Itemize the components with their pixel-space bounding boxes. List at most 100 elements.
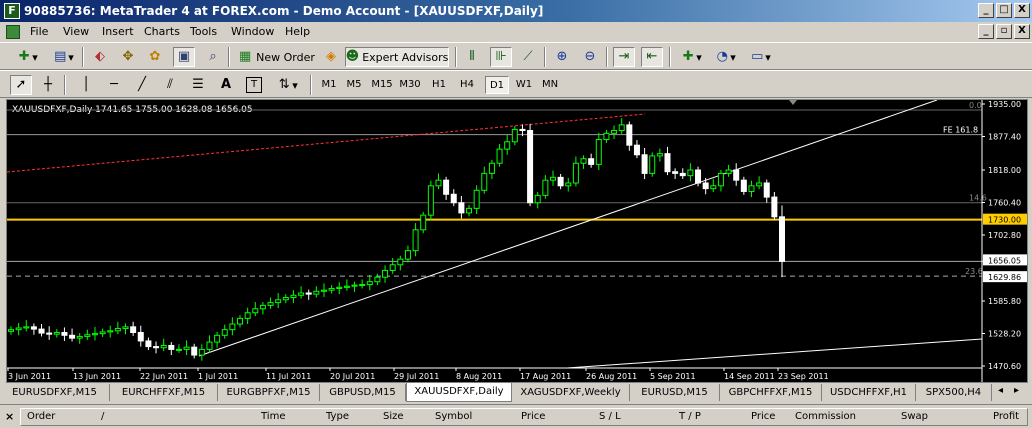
- text-label-button[interactable]: T: [244, 75, 264, 95]
- menu-window[interactable]: Window: [231, 25, 274, 38]
- zoom-in-button[interactable]: ⊕: [552, 47, 572, 67]
- tab-gbpchffxf-m15[interactable]: GBPCHFFXF,M15: [720, 384, 822, 401]
- candle-body: [122, 326, 129, 330]
- timeframe-mn[interactable]: MN: [538, 76, 562, 94]
- tab-scroll-left-icon[interactable]: ◂: [998, 385, 1003, 396]
- vertical-line-button[interactable]: │: [76, 75, 96, 95]
- timeframe-h1[interactable]: H1: [427, 76, 451, 94]
- new-chart-button[interactable]: ✚ ▾: [10, 47, 44, 67]
- line-chart-button[interactable]: ⟋: [518, 47, 538, 67]
- periods-button[interactable]: ◔ ▾: [710, 47, 740, 67]
- timeframe-m15[interactable]: M15: [369, 76, 395, 94]
- trendline-button[interactable]: ╱: [132, 75, 152, 95]
- timeframe-h4[interactable]: H4: [455, 76, 479, 94]
- tab-eurusdfxf-m15[interactable]: EURUSDFXF,M15: [0, 384, 110, 401]
- data-window-button[interactable]: ✿: [145, 47, 165, 67]
- tab-usdchffxf-h1[interactable]: USDCHFFXF,H1: [822, 384, 916, 401]
- candle-body: [336, 286, 343, 289]
- tab-eurusd-m15[interactable]: EURUSD,M15: [630, 384, 720, 401]
- timeframe-m30[interactable]: M30: [397, 76, 423, 94]
- col-commission[interactable]: Commission: [795, 411, 856, 422]
- market-watch-button[interactable]: ⬖: [90, 47, 110, 67]
- price-tick-label: 1585.80: [988, 297, 1021, 306]
- col-take-profit[interactable]: T / P: [679, 411, 701, 422]
- title-bar[interactable]: F 90885736: MetaTrader 4 at FOREX.com - …: [0, 0, 1032, 22]
- clock-icon: ◔: [716, 49, 728, 64]
- auto-scroll-button[interactable]: ⇥: [613, 47, 635, 67]
- col-current-price[interactable]: Price: [751, 411, 775, 422]
- candlestick-button[interactable]: ⊪: [490, 47, 512, 67]
- timeframe-d1[interactable]: D1: [485, 76, 509, 94]
- menu-charts[interactable]: Charts: [144, 25, 180, 38]
- tab-spx500-h4[interactable]: SPX500,H4: [916, 384, 992, 401]
- col-stop-loss[interactable]: S / L: [599, 411, 621, 422]
- col-time[interactable]: Time: [261, 411, 285, 422]
- col-sort[interactable]: /: [101, 411, 104, 422]
- candle-body: [198, 348, 205, 356]
- candle-body: [382, 269, 389, 278]
- zoom-out-button[interactable]: ⊖: [580, 47, 600, 67]
- mdi-minimize-button[interactable]: _: [978, 24, 994, 39]
- fib-top-label: 0.0: [969, 101, 982, 110]
- horizontal-line-button[interactable]: ─: [104, 75, 124, 95]
- tab-eurgbpfxf-m15[interactable]: EURGBPFXF,M15: [218, 384, 320, 401]
- tab-xauusdfxf-daily[interactable]: XAUUSDFXF,Daily: [406, 383, 512, 402]
- timeframe-m5[interactable]: M5: [342, 76, 366, 94]
- text-button[interactable]: A: [216, 75, 236, 95]
- bar-chart-button[interactable]: ⫴: [462, 47, 482, 67]
- menu-view[interactable]: View: [63, 25, 89, 38]
- mdi-restore-button[interactable]: ▫: [996, 24, 1012, 39]
- col-order[interactable]: Order: [27, 411, 55, 422]
- chart-window-icon[interactable]: [6, 25, 20, 39]
- candle-body: [717, 172, 724, 187]
- window-title: 90885736: MetaTrader 4 at FOREX.com - De…: [24, 4, 544, 18]
- fibonacci-button[interactable]: ☰: [188, 75, 208, 95]
- price-chart[interactable]: XAUUSDFXF,Daily 1741.65 1755.00 1628.08 …: [6, 99, 1028, 383]
- templates-button[interactable]: ▭ ▾: [745, 47, 775, 67]
- navigator-button[interactable]: ✥: [118, 47, 138, 67]
- terminal-button[interactable]: ▣: [173, 47, 195, 67]
- chart-shift-button[interactable]: ⇤: [641, 47, 663, 67]
- metaeditor-button[interactable]: ◈: [321, 47, 341, 67]
- menu-insert[interactable]: Insert: [102, 25, 134, 38]
- col-type[interactable]: Type: [326, 411, 349, 422]
- mdi-close-button[interactable]: X: [1014, 24, 1030, 39]
- timeframe-w1[interactable]: W1: [512, 76, 536, 94]
- minimize-button[interactable]: _: [978, 3, 994, 18]
- close-button[interactable]: X: [1014, 3, 1030, 18]
- menu-file[interactable]: File: [30, 25, 48, 38]
- new-order-button[interactable]: ▦ New Order: [234, 47, 318, 67]
- profiles-button[interactable]: ▤ ▾: [48, 47, 78, 67]
- timeframe-m1[interactable]: M1: [317, 76, 341, 94]
- candle: [695, 166, 702, 187]
- chart-canvas[interactable]: XAUUSDFXF,Daily 1741.65 1755.00 1628.08 …: [7, 100, 1027, 382]
- equidistant-channel-button[interactable]: ⫽: [160, 75, 180, 95]
- candle-body: [366, 281, 373, 286]
- col-profit[interactable]: Profit: [993, 411, 1019, 422]
- new-order-icon: ▦: [238, 49, 252, 64]
- tab-gbpusd-m15[interactable]: GBPUSD,M15: [320, 384, 406, 401]
- terminal-close-icon[interactable]: ×: [5, 410, 14, 423]
- col-swap[interactable]: Swap: [901, 411, 928, 422]
- trendline-icon: ╱: [138, 77, 146, 92]
- tab-xagusdfxf-weekly[interactable]: XAGUSDFXF,Weekly: [512, 384, 630, 401]
- tab-eurchffxf-m15[interactable]: EURCHFFXF,M15: [110, 384, 218, 401]
- tab-scroll-right-icon[interactable]: ▸: [1014, 385, 1019, 396]
- maximize-button[interactable]: □: [996, 3, 1012, 18]
- expert-advisors-button[interactable]: ☻ Expert Advisors: [345, 47, 449, 67]
- indicators-button[interactable]: ✚ ▾: [676, 47, 706, 67]
- col-price[interactable]: Price: [521, 411, 545, 422]
- crosshair-button[interactable]: ┼: [38, 75, 58, 95]
- candle-body: [679, 172, 686, 177]
- col-symbol[interactable]: Symbol: [435, 411, 472, 422]
- menu-tools[interactable]: Tools: [190, 25, 217, 38]
- menu-help[interactable]: Help: [285, 25, 310, 38]
- candle-body: [191, 346, 198, 356]
- candle-body: [488, 162, 495, 174]
- price-tick-label: 1760.40: [988, 199, 1021, 208]
- arrows-button[interactable]: ⇅ ▾: [272, 75, 302, 95]
- cursor-button[interactable]: ➚: [10, 75, 32, 95]
- col-size[interactable]: Size: [383, 411, 404, 422]
- candle-body: [466, 207, 473, 214]
- strategy-tester-button[interactable]: ⌕: [203, 47, 223, 67]
